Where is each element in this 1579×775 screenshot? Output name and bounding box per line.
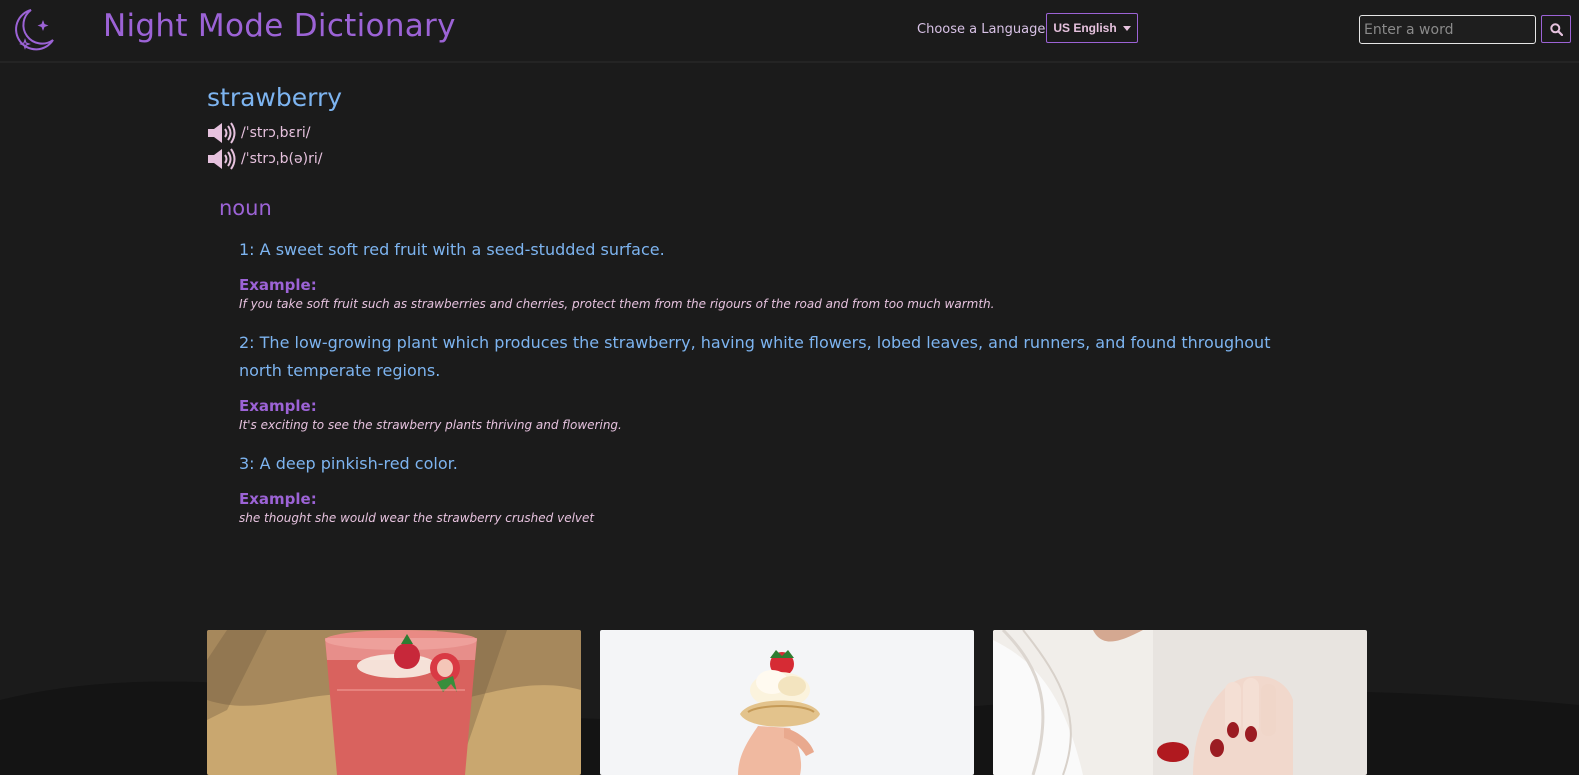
definition-item: 1: A sweet soft red fruit with a seed-st… (239, 236, 1299, 313)
definition-list: 1: A sweet soft red fruit with a seed-st… (239, 236, 1299, 527)
word-title: strawberry (207, 83, 343, 112)
phonetic-row: /ˈstrɔˌb(ə)ri/ (207, 146, 1327, 172)
speaker-icon[interactable] (207, 122, 237, 144)
search-input[interactable] (1359, 15, 1536, 44)
phonetic-text: /ˈstrɔˌbɛri/ (241, 125, 311, 141)
speaker-icon[interactable] (207, 148, 237, 170)
phonetic-row: /ˈstrɔˌbɛri/ (207, 120, 1327, 146)
chevron-down-icon (1122, 25, 1131, 31)
part-of-speech: noun (219, 196, 272, 220)
search-button[interactable] (1541, 15, 1571, 43)
definition-item: 3: A deep pinkish-red color. Example: sh… (239, 450, 1299, 527)
definition-item: 2: The low-growing plant which produces … (239, 329, 1299, 434)
example-text: If you take soft fruit such as strawberr… (239, 297, 995, 311)
gallery-image-smoothie[interactable] (207, 630, 581, 775)
language-label: Choose a Language (917, 22, 1046, 37)
moon-stars-icon[interactable] (9, 6, 57, 54)
gallery-image-cupcake[interactable] (600, 630, 974, 775)
language-dropdown[interactable]: US English (1046, 13, 1138, 43)
brand-title[interactable]: Night Mode Dictionary (103, 8, 456, 44)
image-gallery (0, 630, 1579, 775)
gallery-image-hand-strawberry[interactable] (993, 630, 1367, 775)
example-label: Example: (239, 397, 317, 415)
example-text: It's exciting to see the strawberry plan… (239, 418, 622, 432)
navbar: Night Mode Dictionary Choose a Language … (0, 0, 1579, 63)
language-selected: US English (1053, 21, 1117, 35)
example-label: Example: (239, 490, 317, 508)
phonetic-text: /ˈstrɔˌb(ə)ri/ (241, 151, 323, 167)
definition-text: 2: The low-growing plant which produces … (239, 333, 1271, 380)
example-label: Example: (239, 276, 317, 294)
definition-text: 1: A sweet soft red fruit with a seed-st… (239, 240, 665, 259)
example-text: she thought she would wear the strawberr… (239, 511, 595, 525)
search-icon (1549, 22, 1563, 36)
definition-panel: strawberry /ˈstrɔˌbɛri/ /ˈstrɔˌb(ə)ri/ n… (207, 80, 1327, 527)
definition-text: 3: A deep pinkish-red color. (239, 454, 458, 473)
